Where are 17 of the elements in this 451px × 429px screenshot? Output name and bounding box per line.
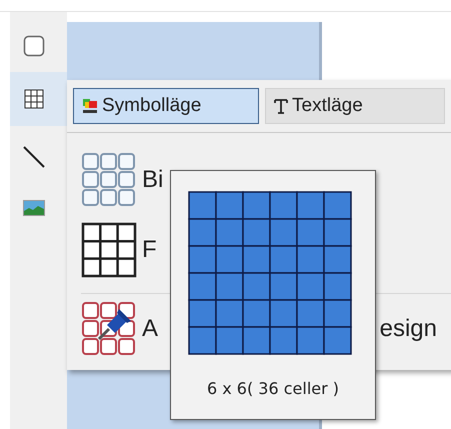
rounded-square-icon [22, 35, 44, 57]
mode-tab[interactable]: Textläge [265, 88, 445, 124]
mode-tab[interactable]: Symbolläge [73, 88, 259, 124]
pinned-grid-icon [81, 301, 137, 357]
table-icon [24, 89, 44, 109]
table-icon [81, 222, 137, 278]
text-icon [274, 98, 288, 114]
menu-item-label[interactable]: esign [380, 315, 437, 343]
grid-icon [81, 152, 137, 208]
toolbar-button[interactable] [10, 72, 67, 126]
picture-icon [22, 200, 44, 216]
grid-size-label: 6 x 6( 36 celler ) [206, 379, 340, 398]
menu-item-label[interactable]: A [142, 315, 158, 343]
symbols-icon [82, 98, 98, 114]
menu-item-label[interactable]: F [142, 236, 157, 264]
line-icon [22, 145, 46, 169]
menu-item-label[interactable]: Bi [142, 166, 164, 194]
